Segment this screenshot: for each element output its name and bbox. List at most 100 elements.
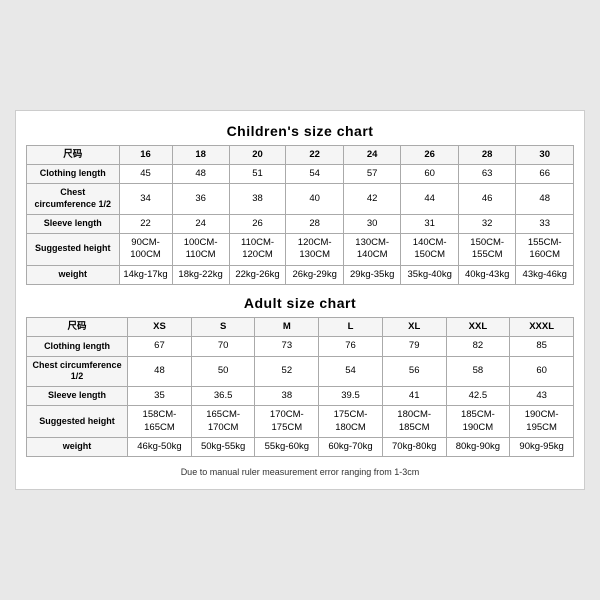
cell-value: 39.5 — [319, 387, 383, 406]
cell-value: 50kg-55kg — [191, 438, 255, 457]
cell-value: 54 — [319, 356, 383, 386]
cell-value: 82 — [446, 337, 510, 356]
row-label: Sleeve length — [27, 387, 128, 406]
cell-value: 63 — [458, 164, 516, 183]
cell-value: 48 — [128, 356, 192, 386]
cell-value: 76 — [319, 337, 383, 356]
table-row: weight14kg-17kg18kg-22kg22kg-26kg26kg-29… — [27, 265, 574, 284]
cell-value: 36.5 — [191, 387, 255, 406]
cell-value: 31 — [401, 214, 459, 233]
cell-value: 40 — [286, 184, 344, 214]
col-header: 18 — [172, 145, 229, 164]
cell-value: 158CM-165CM — [128, 406, 192, 438]
cell-value: 90kg-95kg — [510, 438, 574, 457]
table-row: Suggested height90CM-100CM100CM-110CM110… — [27, 233, 574, 265]
cell-value: 54 — [286, 164, 344, 183]
cell-value: 165CM-170CM — [191, 406, 255, 438]
cell-value: 90CM-100CM — [119, 233, 172, 265]
col-header: 尺码 — [27, 318, 128, 337]
cell-value: 79 — [382, 337, 446, 356]
table-row: Clothing length67707376798285 — [27, 337, 574, 356]
cell-value: 43 — [510, 387, 574, 406]
cell-value: 18kg-22kg — [172, 265, 229, 284]
cell-value: 42.5 — [446, 387, 510, 406]
cell-value: 38 — [255, 387, 319, 406]
cell-value: 44 — [401, 184, 459, 214]
cell-value: 14kg-17kg — [119, 265, 172, 284]
children-table: 尺码1618202224262830 Clothing length454851… — [26, 145, 574, 285]
cell-value: 155CM-160CM — [516, 233, 574, 265]
cell-value: 51 — [229, 164, 286, 183]
col-header: 24 — [343, 145, 401, 164]
adult-title: Adult size chart — [26, 295, 574, 311]
col-header: S — [191, 318, 255, 337]
cell-value: 28 — [286, 214, 344, 233]
chart-container: Children's size chart 尺码1618202224262830… — [15, 110, 585, 491]
cell-value: 22kg-26kg — [229, 265, 286, 284]
cell-value: 48 — [172, 164, 229, 183]
cell-value: 38 — [229, 184, 286, 214]
row-label: weight — [27, 438, 128, 457]
cell-value: 26kg-29kg — [286, 265, 344, 284]
col-header: XXL — [446, 318, 510, 337]
col-header: 尺码 — [27, 145, 120, 164]
cell-value: 67 — [128, 337, 192, 356]
cell-value: 29kg-35kg — [343, 265, 401, 284]
col-header: L — [319, 318, 383, 337]
cell-value: 46kg-50kg — [128, 438, 192, 457]
adult-table: 尺码XSSMLXLXXLXXXL Clothing length67707376… — [26, 317, 574, 457]
cell-value: 45 — [119, 164, 172, 183]
row-label: weight — [27, 265, 120, 284]
cell-value: 40kg-43kg — [458, 265, 516, 284]
col-header: XXXL — [510, 318, 574, 337]
table-row: Sleeve length2224262830313233 — [27, 214, 574, 233]
col-header: 26 — [401, 145, 459, 164]
col-header: M — [255, 318, 319, 337]
cell-value: 100CM-110CM — [172, 233, 229, 265]
footer-note: Due to manual ruler measurement error ra… — [26, 467, 574, 477]
cell-value: 73 — [255, 337, 319, 356]
cell-value: 32 — [458, 214, 516, 233]
cell-value: 35kg-40kg — [401, 265, 459, 284]
cell-value: 60 — [401, 164, 459, 183]
row-label: Suggested height — [27, 406, 128, 438]
col-header: XL — [382, 318, 446, 337]
col-header: XS — [128, 318, 192, 337]
cell-value: 70 — [191, 337, 255, 356]
cell-value: 46 — [458, 184, 516, 214]
table-row: Clothing length4548515457606366 — [27, 164, 574, 183]
col-header: 28 — [458, 145, 516, 164]
row-label: Chest circumference 1/2 — [27, 184, 120, 214]
col-header: 16 — [119, 145, 172, 164]
row-label: Clothing length — [27, 337, 128, 356]
cell-value: 26 — [229, 214, 286, 233]
col-header: 22 — [286, 145, 344, 164]
cell-value: 175CM-180CM — [319, 406, 383, 438]
table-row: Sleeve length3536.53839.54142.543 — [27, 387, 574, 406]
col-header: 20 — [229, 145, 286, 164]
cell-value: 58 — [446, 356, 510, 386]
cell-value: 50 — [191, 356, 255, 386]
cell-value: 170CM-175CM — [255, 406, 319, 438]
table-row: Chest circumference 1/248505254565860 — [27, 356, 574, 386]
cell-value: 41 — [382, 387, 446, 406]
cell-value: 70kg-80kg — [382, 438, 446, 457]
cell-value: 60 — [510, 356, 574, 386]
cell-value: 36 — [172, 184, 229, 214]
cell-value: 56 — [382, 356, 446, 386]
row-label: Sleeve length — [27, 214, 120, 233]
cell-value: 43kg-46kg — [516, 265, 574, 284]
cell-value: 33 — [516, 214, 574, 233]
col-header: 30 — [516, 145, 574, 164]
cell-value: 55kg-60kg — [255, 438, 319, 457]
cell-value: 48 — [516, 184, 574, 214]
cell-value: 57 — [343, 164, 401, 183]
cell-value: 190CM-195CM — [510, 406, 574, 438]
cell-value: 52 — [255, 356, 319, 386]
cell-value: 140CM-150CM — [401, 233, 459, 265]
row-label: Chest circumference 1/2 — [27, 356, 128, 386]
table-row: Suggested height158CM-165CM165CM-170CM17… — [27, 406, 574, 438]
cell-value: 85 — [510, 337, 574, 356]
cell-value: 42 — [343, 184, 401, 214]
cell-value: 24 — [172, 214, 229, 233]
